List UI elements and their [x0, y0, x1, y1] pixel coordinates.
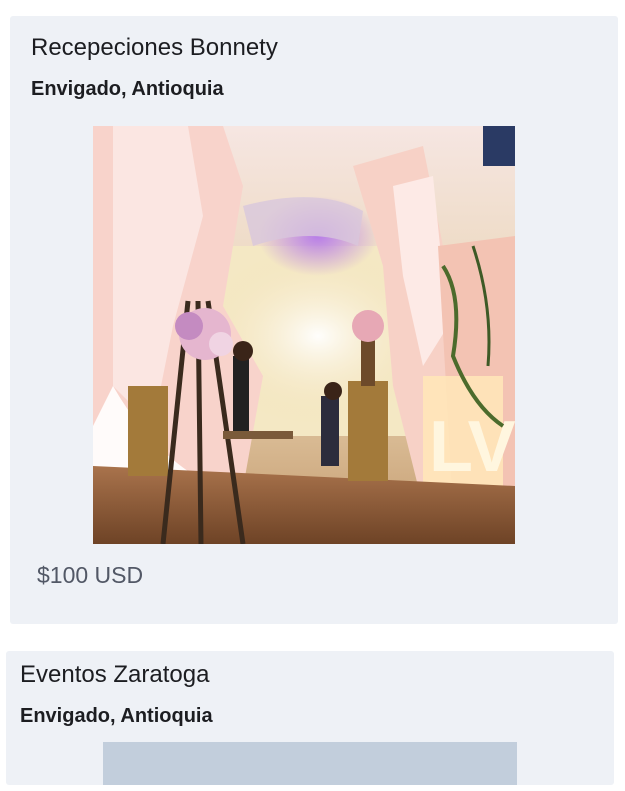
listing-card[interactable]: Recepeciones Bonnety Envigado, Antioquia: [10, 16, 618, 624]
listing-card[interactable]: Eventos Zaratoga Envigado, Antioquia: [6, 651, 614, 785]
venue-name[interactable]: Eventos Zaratoga: [20, 661, 209, 689]
venue-name[interactable]: Recepeciones Bonnety: [31, 34, 278, 62]
svg-text:LV: LV: [429, 407, 515, 487]
venue-location: Envigado, Antioquia: [20, 705, 213, 727]
venue-location: Envigado, Antioquia: [31, 78, 224, 100]
venue-price: $100 USD: [37, 562, 144, 588]
venue-photo-placeholder[interactable]: [103, 742, 517, 785]
venue-photo[interactable]: LV: [93, 126, 515, 544]
